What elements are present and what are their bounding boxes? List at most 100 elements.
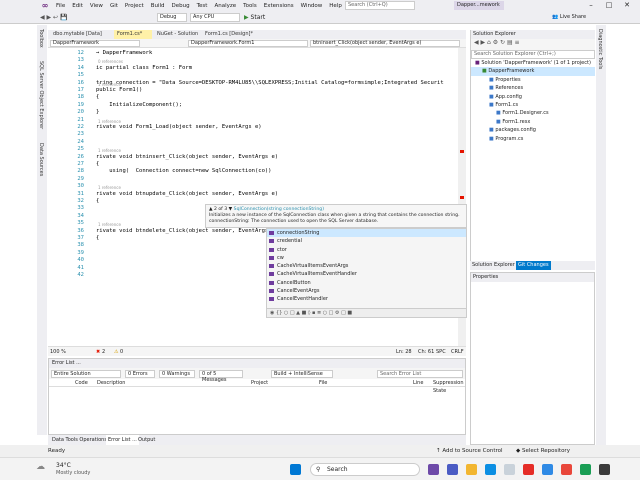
code-line[interactable]: } bbox=[96, 109, 99, 115]
overload-counter[interactable]: ▲ 2 of 3 ▼ bbox=[209, 207, 232, 212]
code-line[interactable]: using( Connection connect=new SqlConnect… bbox=[96, 168, 271, 174]
error-count-icon[interactable]: ✖ bbox=[96, 349, 100, 355]
solution-tree-item[interactable]: ■ Form1.resx bbox=[471, 118, 595, 126]
menu-tools[interactable]: Tools bbox=[243, 3, 257, 9]
menu-test[interactable]: Test bbox=[197, 3, 208, 9]
codelens-references[interactable]: 1 reference bbox=[98, 185, 121, 190]
chrome-icon[interactable] bbox=[561, 464, 572, 475]
sql-server-object-explorer-tab[interactable]: SQL Server Object Explorer bbox=[38, 61, 44, 129]
youtube-icon[interactable] bbox=[523, 464, 534, 475]
app-icon[interactable] bbox=[542, 464, 553, 475]
doc-tab[interactable]: dbo.mytable [Data] bbox=[50, 30, 112, 39]
zoom-level[interactable]: 100 % bbox=[50, 349, 66, 355]
bottom-tab[interactable]: Error List ... bbox=[106, 435, 139, 445]
completion-item[interactable]: CancelEventArgs bbox=[267, 287, 466, 295]
solution-tree-item[interactable]: ■ Form1.Designer.cs bbox=[471, 109, 595, 117]
edge-icon[interactable] bbox=[485, 464, 496, 475]
config-select[interactable]: Debug bbox=[157, 13, 187, 22]
codelens-references[interactable]: 1 reference bbox=[98, 82, 121, 87]
menu-edit[interactable]: Edit bbox=[72, 3, 83, 9]
doc-tab[interactable]: NuGet - Solution bbox=[154, 30, 200, 39]
close-icon[interactable]: ✕ bbox=[620, 0, 634, 11]
solution-tree-item[interactable]: ■ References bbox=[471, 84, 595, 92]
menu-window[interactable]: Window bbox=[301, 3, 323, 9]
code-line[interactable]: rivate void btndelete_Click(object sende… bbox=[96, 228, 278, 234]
warnings-filter-button[interactable]: 0 Warnings bbox=[159, 370, 195, 378]
messages-filter-button[interactable]: 0 of 5 Messages bbox=[199, 370, 243, 383]
completion-item[interactable]: connectionString bbox=[267, 229, 466, 238]
codelens-references[interactable]: 1 reference bbox=[98, 222, 121, 227]
menu-git[interactable]: Git bbox=[110, 3, 118, 9]
search-input[interactable]: Search (Ctrl+Q) bbox=[345, 1, 415, 10]
class-dropdown[interactable]: DapperFramework.Form1 bbox=[188, 40, 308, 47]
solution-tree-item[interactable]: ■ DapperFramework bbox=[471, 67, 595, 76]
warning-count-icon[interactable]: ⚠ bbox=[114, 349, 118, 355]
code-line[interactable]: { bbox=[96, 198, 99, 204]
code-line[interactable]: { bbox=[96, 94, 99, 100]
tab-solution-explorer[interactable]: Solution Explorer bbox=[472, 262, 515, 268]
completion-filter-icons[interactable]: ◉ {} ○ □ ▲ ■ ◊ ▪ ≣ ○ □ ⚙ □ ■ bbox=[267, 309, 466, 317]
completion-item[interactable]: CacheVirtualItemsEventHandler bbox=[267, 270, 466, 278]
data-sources-tab[interactable]: Data Sources bbox=[38, 143, 44, 176]
live-share-button[interactable]: 👥 Live Share bbox=[552, 14, 586, 20]
error-column-header[interactable]: Code bbox=[75, 379, 88, 387]
solution-tree-item[interactable]: ■ Solution 'DapperFramework' (1 of 1 pro… bbox=[471, 59, 595, 67]
solution-search-input[interactable]: Search Solution Explorer (Ctrl+;) bbox=[471, 50, 595, 59]
code-line[interactable]: rivate void btnupdate_Click(object sende… bbox=[96, 191, 278, 197]
error-column-header[interactable]: Line bbox=[413, 379, 423, 387]
error-column-header[interactable]: File bbox=[319, 379, 327, 387]
bottom-tab[interactable]: Output bbox=[136, 435, 157, 445]
tab-git-changes[interactable]: Git Changes bbox=[516, 261, 551, 270]
menu-help[interactable]: Help bbox=[329, 3, 342, 9]
errors-filter-button[interactable]: 0 Errors bbox=[125, 370, 155, 378]
error-column-header[interactable]: Suppression State bbox=[433, 379, 465, 395]
crlf-indicator[interactable]: CRLF bbox=[451, 349, 464, 355]
member-dropdown[interactable]: btninsert_Click(object sender, EventArgs… bbox=[310, 40, 460, 47]
code-line[interactable]: public Form1() bbox=[96, 87, 142, 93]
completion-item[interactable]: ctor bbox=[267, 246, 466, 254]
scope-dropdown[interactable]: Entire Solution bbox=[51, 370, 121, 378]
taskbar-search[interactable]: ⚲ Search bbox=[310, 463, 420, 476]
solution-tree-item[interactable]: ■ Properties bbox=[471, 76, 595, 84]
doc-tab[interactable]: Form1.cs [Design]* bbox=[202, 30, 272, 39]
select-repository-button[interactable]: ◆ Select Repository bbox=[516, 448, 570, 454]
bottom-tab[interactable]: Data Tools Operations bbox=[50, 435, 109, 445]
code-line[interactable]: tring connection = "Data Source=DESKTOP-… bbox=[96, 80, 444, 86]
code-line[interactable]: rivate void btninsert_Click(object sende… bbox=[96, 154, 278, 160]
error-column-header[interactable]: Description bbox=[97, 379, 125, 387]
build-filter-dropdown[interactable]: Build + IntelliSense bbox=[271, 370, 333, 378]
menu-file[interactable]: File bbox=[56, 3, 65, 9]
app3-icon[interactable] bbox=[599, 464, 610, 475]
weather-temp[interactable]: 34°C bbox=[56, 462, 71, 469]
menu-project[interactable]: Project bbox=[125, 3, 144, 9]
solution-tree-item[interactable]: ■ Form1.cs bbox=[471, 101, 595, 109]
spc-indicator[interactable]: SPC bbox=[436, 349, 446, 355]
menu-extensions[interactable]: Extensions bbox=[264, 3, 294, 9]
error-column-header[interactable]: Project bbox=[251, 379, 268, 387]
menu-analyze[interactable]: Analyze bbox=[214, 3, 236, 9]
solution-tree-item[interactable]: ■ App.config bbox=[471, 93, 595, 101]
codelens-references[interactable]: 0 references bbox=[98, 59, 123, 64]
solution-tree-item[interactable]: ■ Program.cs bbox=[471, 135, 595, 143]
code-line[interactable]: InitializeComponent(); bbox=[96, 102, 182, 108]
toolbox-tab[interactable]: Toolbox bbox=[38, 29, 44, 48]
code-line[interactable]: → DapperFramework bbox=[96, 50, 152, 56]
menu-debug[interactable]: Debug bbox=[172, 3, 190, 9]
nav-back-forward-icon[interactable]: ◀ ▶ ↩ 💾 bbox=[40, 14, 67, 21]
codelens-references[interactable]: 1 reference bbox=[98, 119, 121, 124]
platform-select[interactable]: Any CPU bbox=[190, 13, 240, 22]
diagnostic-tools-tab[interactable]: Diagnostic Tools bbox=[597, 29, 603, 69]
solution-tree-item[interactable]: ■ packages.config bbox=[471, 126, 595, 134]
minimize-icon[interactable]: – bbox=[584, 0, 598, 11]
app2-icon[interactable] bbox=[580, 464, 591, 475]
menu-view[interactable]: View bbox=[90, 3, 103, 9]
windows-start-icon[interactable] bbox=[290, 464, 301, 475]
codelens-references[interactable]: 1 reference bbox=[98, 148, 121, 153]
error-search-input[interactable]: Search Error List bbox=[377, 370, 463, 378]
code-line[interactable]: rivate void Form1_Load(object sender, Ev… bbox=[96, 124, 262, 130]
doc-tab[interactable]: Form1.cs* bbox=[114, 30, 152, 39]
store-icon[interactable] bbox=[504, 464, 515, 475]
solution-toolbar-icons[interactable]: ◀ ▶ ⌂ ⚙ ↻ ▤ ≡ bbox=[471, 39, 520, 46]
completion-item[interactable]: CacheVirtualItemsEventArgs bbox=[267, 262, 466, 270]
menu-build[interactable]: Build bbox=[151, 3, 165, 9]
